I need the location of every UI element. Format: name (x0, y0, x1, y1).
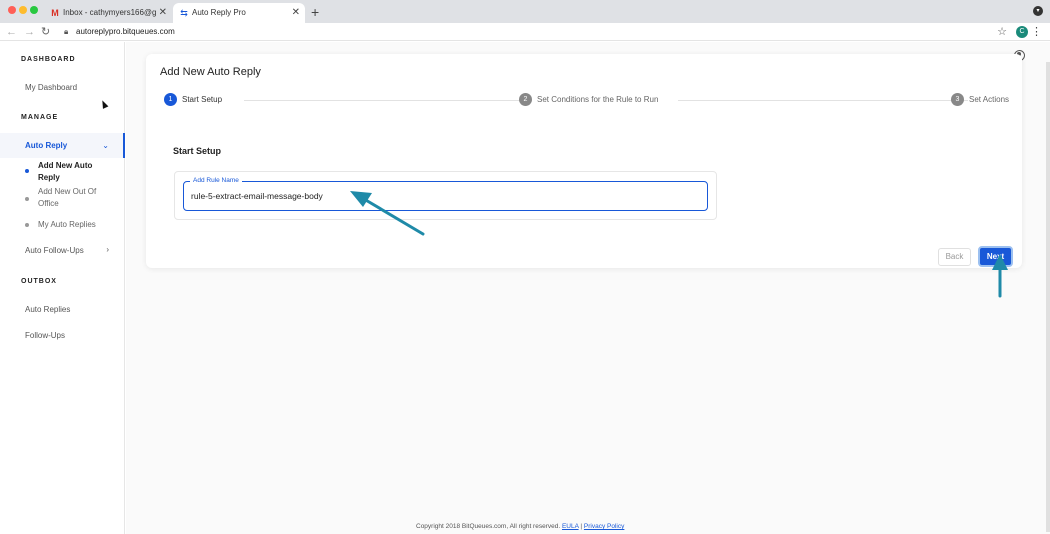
address-bar: ← → ↻ 🔒︎ autoreplypro.bitqueues.com ☆ C … (0, 23, 1050, 41)
main-content: Add New Auto Reply 1 Start Setup 2 Set C… (126, 42, 1050, 534)
next-button[interactable]: Next (978, 246, 1013, 267)
rule-name-input[interactable] (183, 181, 708, 211)
close-window-button[interactable] (8, 6, 16, 14)
section-heading-outbox: OUTBOX (21, 278, 57, 285)
browser-menu-icon[interactable]: ⋮ (1031, 25, 1042, 38)
sidebar: DASHBOARD My Dashboard MANAGE Auto Reply… (0, 42, 125, 534)
sidebar-subitem-add-new-auto-reply[interactable]: Add New Auto Reply (38, 160, 108, 184)
sidebar-subitem-my-auto-replies[interactable]: My Auto Replies (38, 219, 108, 231)
app-icon: ⇆ (180, 8, 188, 18)
footer-separator: | (580, 523, 583, 530)
bullet-icon (25, 223, 29, 227)
gmail-icon: M (51, 8, 59, 18)
bullet-icon (25, 169, 29, 173)
chevron-right-icon[interactable]: › (106, 245, 109, 254)
lock-icon[interactable]: 🔒︎ (64, 27, 68, 37)
tab-auto-reply-pro[interactable]: ⇆ Auto Reply Pro ✕ (173, 3, 305, 23)
section-title: Start Setup (173, 146, 222, 156)
step-connector (678, 100, 968, 101)
tab-gmail-inbox[interactable]: M Inbox - cathymyers166@gmail. ✕ (44, 3, 172, 23)
forward-arrow-icon[interactable]: → (24, 25, 35, 39)
back-button[interactable]: Back (938, 248, 971, 266)
step-label-start-setup[interactable]: Start Setup (182, 95, 222, 104)
sidebar-item-my-dashboard[interactable]: My Dashboard (25, 83, 77, 92)
sidebar-item-auto-replies[interactable]: Auto Replies (25, 305, 70, 314)
step-label-set-conditions[interactable]: Set Conditions for the Rule to Run (537, 95, 658, 104)
close-icon[interactable]: ✕ (292, 3, 300, 23)
tab-search-icon[interactable]: ▾ (1033, 6, 1043, 16)
chevron-down-icon[interactable]: ⌄ (102, 141, 109, 150)
url-field[interactable]: autoreplypro.bitqueues.com (76, 26, 175, 38)
new-tab-button[interactable]: + (311, 3, 319, 21)
privacy-policy-link[interactable]: Privacy Policy (584, 523, 624, 530)
copyright-text: Copyright 2018 BitQueues.com, All right … (416, 523, 561, 530)
bookmark-star-icon[interactable]: ☆ (997, 25, 1007, 38)
maximize-window-button[interactable] (30, 6, 38, 14)
reload-icon[interactable]: ↻ (41, 25, 50, 39)
tab-title: Inbox - cathymyers166@gmail. (63, 8, 156, 17)
sidebar-item-auto-follow-ups[interactable]: Auto Follow-Ups (25, 246, 84, 255)
rule-name-label: Add Rule Name (190, 177, 242, 184)
step-connector (244, 100, 532, 101)
minimize-window-button[interactable] (19, 6, 27, 14)
page-title: Add New Auto Reply (160, 66, 261, 78)
setup-card: Add New Auto Reply 1 Start Setup 2 Set C… (146, 54, 1022, 268)
back-arrow-icon[interactable]: ← (6, 25, 17, 39)
footer: Copyright 2018 BitQueues.com, All right … (416, 523, 624, 530)
step-number: 2 (519, 93, 532, 106)
sidebar-item-auto-reply[interactable]: Auto Reply (25, 141, 67, 150)
scrollbar[interactable] (1046, 62, 1050, 532)
sidebar-subitem-add-new-out-of-office[interactable]: Add New Out Of Office (38, 186, 108, 210)
step-number: 1 (164, 93, 177, 106)
eula-link[interactable]: EULA (562, 523, 579, 530)
stepper: 1 Start Setup 2 Set Conditions for the R… (164, 93, 1009, 107)
browser-tab-bar: M Inbox - cathymyers166@gmail. ✕ ⇆ Auto … (0, 0, 1050, 23)
sidebar-item-follow-ups[interactable]: Follow-Ups (25, 331, 65, 340)
bullet-icon (25, 197, 29, 201)
tab-title: Auto Reply Pro (192, 8, 246, 17)
close-icon[interactable]: ✕ (159, 3, 167, 23)
step-label-set-actions[interactable]: Set Actions (969, 95, 1009, 104)
profile-avatar[interactable]: C (1016, 26, 1028, 38)
section-heading-dashboard: DASHBOARD (21, 56, 76, 63)
step-number: 3 (951, 93, 964, 106)
rule-name-field-group: Add Rule Name (174, 171, 717, 220)
section-heading-manage: MANAGE (21, 114, 59, 121)
